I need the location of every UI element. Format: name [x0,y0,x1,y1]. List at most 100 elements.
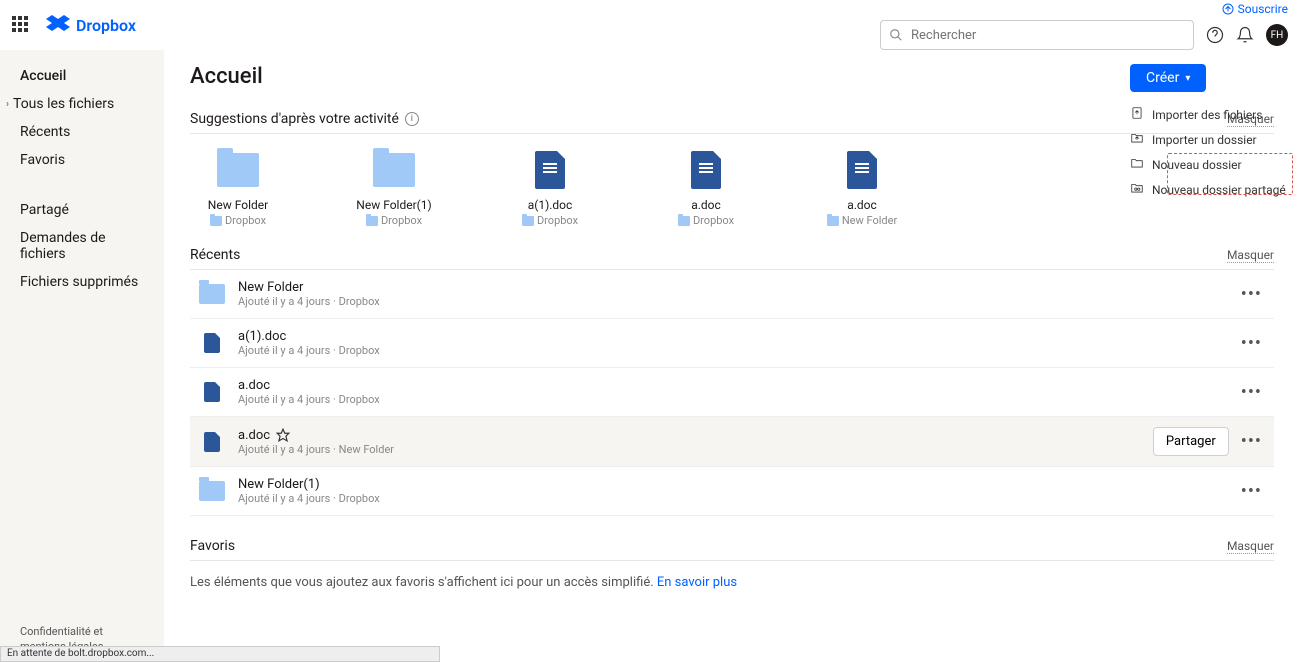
favorites-header: Favoris Masquer [190,538,1274,561]
recents-list: New Folder Ajouté il y a 4 jours · Dropb… [190,270,1274,516]
top-bar: Dropbox Souscrire FH [0,0,1300,50]
suggestion-location: Dropbox [366,214,422,227]
favorites-title: Favoris [190,538,235,554]
shared-folder-icon [1130,181,1144,198]
suggestion-location: Dropbox [678,214,734,227]
suggestion-name: a.doc [691,198,721,212]
create-button[interactable]: Créer ▾ [1130,64,1206,92]
hide-favorites[interactable]: Masquer [1227,539,1274,554]
recent-row[interactable]: a(1).doc Ajouté il y a 4 jours · Dropbox… [190,319,1274,368]
help-icon[interactable] [1206,26,1224,44]
word-doc-icon [535,151,565,189]
suggestions-header: Suggestions d'après votre activité i Mas… [190,111,1274,134]
favorites-learn-more-link[interactable]: En savoir plus [657,575,737,590]
upload-folder-icon [1130,131,1144,148]
folder-icon [217,153,259,187]
right-action-panel: Créer ▾ Importer des fichiers Importer un… [1130,64,1292,202]
recents-header: Récents Masquer [190,247,1274,270]
recent-meta: Ajouté il y a 4 jours · Dropbox [238,393,1237,406]
mini-folder-icon [827,216,839,226]
sidebar-item-accueil[interactable]: Accueil [0,62,164,90]
suggestion-item[interactable]: New Folder(1) Dropbox [346,150,442,227]
folder-icon [199,481,225,501]
recent-name: a(1).doc [238,329,1237,344]
suggestions-title: Suggestions d'après votre activité [190,111,399,127]
star-icon[interactable] [276,428,290,442]
word-doc-icon [204,333,220,353]
action-label: Importer des fichiers [1152,108,1262,122]
word-doc-icon [204,382,220,402]
word-doc-icon [847,151,877,189]
suggestion-location: Dropbox [210,214,266,227]
recents-title: Récents [190,247,240,263]
recent-row[interactable]: New Folder Ajouté il y a 4 jours · Dropb… [190,270,1274,319]
recent-meta: Ajouté il y a 4 jours · Dropbox [238,295,1237,308]
subscribe-label: Souscrire [1238,2,1288,16]
page-title: Accueil [190,64,1274,89]
right-action-folder[interactable]: Nouveau dossier [1130,152,1292,177]
suggestions-row: New Folder Dropbox New Folder(1) Dropbox… [190,134,1274,247]
action-label: Nouveau dossier [1152,158,1242,172]
suggestion-item[interactable]: a.doc New Folder [814,150,910,227]
right-action-shared-folder[interactable]: Nouveau dossier partagé [1130,177,1292,202]
recent-row[interactable]: New Folder(1) Ajouté il y a 4 jours · Dr… [190,467,1274,516]
recent-name: a.doc [238,378,1237,393]
sidebar-item-label: Tous les fichiers [13,96,114,112]
word-doc-icon [691,151,721,189]
dropbox-logo[interactable]: Dropbox [46,15,136,35]
info-icon[interactable]: i [405,112,419,126]
sidebar-item-demandes[interactable]: Demandes de fichiers [0,224,164,268]
recent-row[interactable]: a.doc Ajouté il y a 4 jours · Dropbox ••… [190,368,1274,417]
mini-folder-icon [366,216,378,226]
right-action-upload-file[interactable]: Importer des fichiers [1130,102,1292,127]
upload-file-icon [1130,106,1144,123]
sidebar-item-favoris[interactable]: Favoris [0,146,164,174]
word-doc-icon [204,432,220,452]
sidebar-item-recents[interactable]: Récents [0,118,164,146]
recent-name: a.doc [238,428,1153,443]
folder-icon [373,153,415,187]
avatar[interactable]: FH [1266,24,1288,46]
suggestion-name: New Folder [208,198,268,212]
folder-icon [199,284,225,304]
apps-grid-icon[interactable] [12,16,30,34]
share-button[interactable]: Partager [1153,427,1229,456]
bell-icon[interactable] [1236,26,1254,44]
favorites-empty: Les éléments que vous ajoutez aux favori… [190,561,1274,604]
right-action-upload-folder[interactable]: Importer un dossier [1130,127,1292,152]
suggestion-item[interactable]: a(1).doc Dropbox [502,150,598,227]
hide-recents[interactable]: Masquer [1227,248,1274,263]
more-icon[interactable]: ••• [1237,481,1266,502]
suggestion-item[interactable]: New Folder Dropbox [190,150,286,227]
action-label: Nouveau dossier partagé [1152,183,1286,197]
sidebar-item-supprimes[interactable]: Fichiers supprimés [0,268,164,296]
more-icon[interactable]: ••• [1237,431,1266,452]
sidebar-item-tous-les-fichiers[interactable]: › Tous les fichiers [0,90,164,118]
subscribe-link[interactable]: Souscrire [1222,0,1288,20]
recent-meta: Ajouté il y a 4 jours · New Folder [238,443,1153,456]
mini-folder-icon [210,216,222,226]
suggestion-location: New Folder [827,214,897,227]
upgrade-icon [1222,3,1234,15]
recent-name: New Folder [238,280,1237,295]
dropbox-icon [46,15,70,35]
more-icon[interactable]: ••• [1237,382,1266,403]
sidebar-item-partage[interactable]: Partagé [0,196,164,224]
search-input[interactable] [911,28,1185,43]
suggestion-location: Dropbox [522,214,578,227]
recent-meta: Ajouté il y a 4 jours · Dropbox [238,492,1237,505]
recent-meta: Ajouté il y a 4 jours · Dropbox [238,344,1237,357]
main-content: Accueil Suggestions d'après votre activi… [164,50,1300,662]
favorites-empty-text: Les éléments que vous ajoutez aux favori… [190,575,657,590]
suggestion-name: New Folder(1) [356,198,431,212]
more-icon[interactable]: ••• [1237,333,1266,354]
action-label: Importer un dossier [1152,133,1257,147]
more-icon[interactable]: ••• [1237,284,1266,305]
search-icon [889,28,903,42]
suggestion-item[interactable]: a.doc Dropbox [658,150,754,227]
mini-folder-icon [522,216,534,226]
sidebar: Accueil › Tous les fichiers Récents Favo… [0,50,164,662]
recent-row[interactable]: a.doc Ajouté il y a 4 jours · New Folder… [190,417,1274,467]
recent-name: New Folder(1) [238,477,1237,492]
search-input-wrapper[interactable] [880,20,1194,50]
